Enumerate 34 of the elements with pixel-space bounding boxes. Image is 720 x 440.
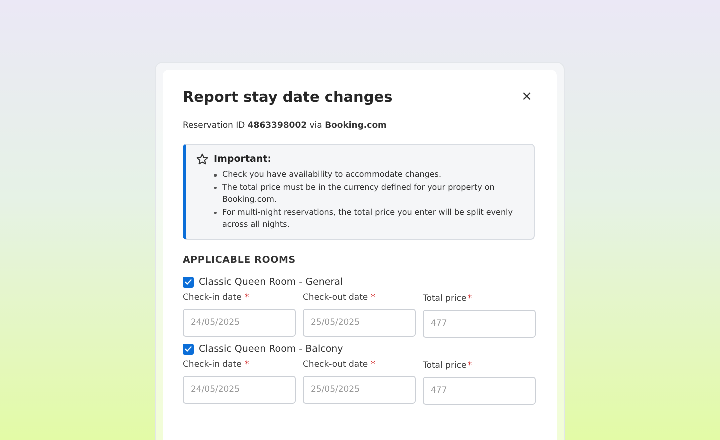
input-field[interactable]: 25/05/2025 [303, 376, 416, 404]
dialog-title: Report stay date changes [183, 89, 393, 106]
required-mark: * [371, 360, 376, 370]
notice-item: For multi-night reservations, the total price you enter will be split evenly across all nights. [222, 206, 514, 231]
reservation-info: Reservation ID 4863398002 via Booking.com [183, 121, 388, 131]
close-button[interactable]: × [519, 88, 535, 105]
checkbox[interactable] [183, 344, 194, 354]
input-field[interactable]: 24/05/2025 [183, 308, 296, 336]
bullet-icon [214, 174, 216, 176]
section-title: APPLICABLE ROOMS [183, 254, 297, 266]
field-label: Check-in date [183, 292, 242, 302]
input-field[interactable]: 24/05/2025 [183, 376, 296, 404]
bullet-icon [214, 212, 216, 214]
required-mark: * [468, 294, 472, 304]
input-field[interactable]: 477 [423, 376, 536, 404]
required-mark: * [244, 360, 250, 370]
input-field[interactable]: 477 [423, 310, 536, 338]
bullet-icon [214, 186, 216, 189]
notice-item: The total price must be in the currency defined for your property on Booking.com. [222, 182, 496, 206]
required-mark: * [468, 360, 472, 370]
field-label: Total price [423, 360, 467, 370]
room-name: Classic Queen Room - Balcony [199, 344, 344, 354]
field-label: Check-in date [183, 360, 242, 370]
required-mark: * [244, 292, 250, 302]
notice-item: Check you have availability to accommodate changes. [222, 169, 442, 181]
room-name: Classic Queen Room - General [199, 276, 344, 288]
input-field[interactable]: 25/05/2025 [303, 308, 416, 336]
notice-title: Important: [214, 154, 272, 165]
field-label: Check-out date [303, 360, 368, 370]
required-mark: * [371, 292, 376, 302]
checkbox[interactable] [183, 276, 194, 288]
field-label: Total price [423, 294, 467, 304]
field-label: Check-out date [303, 292, 368, 302]
star-icon [196, 153, 209, 166]
